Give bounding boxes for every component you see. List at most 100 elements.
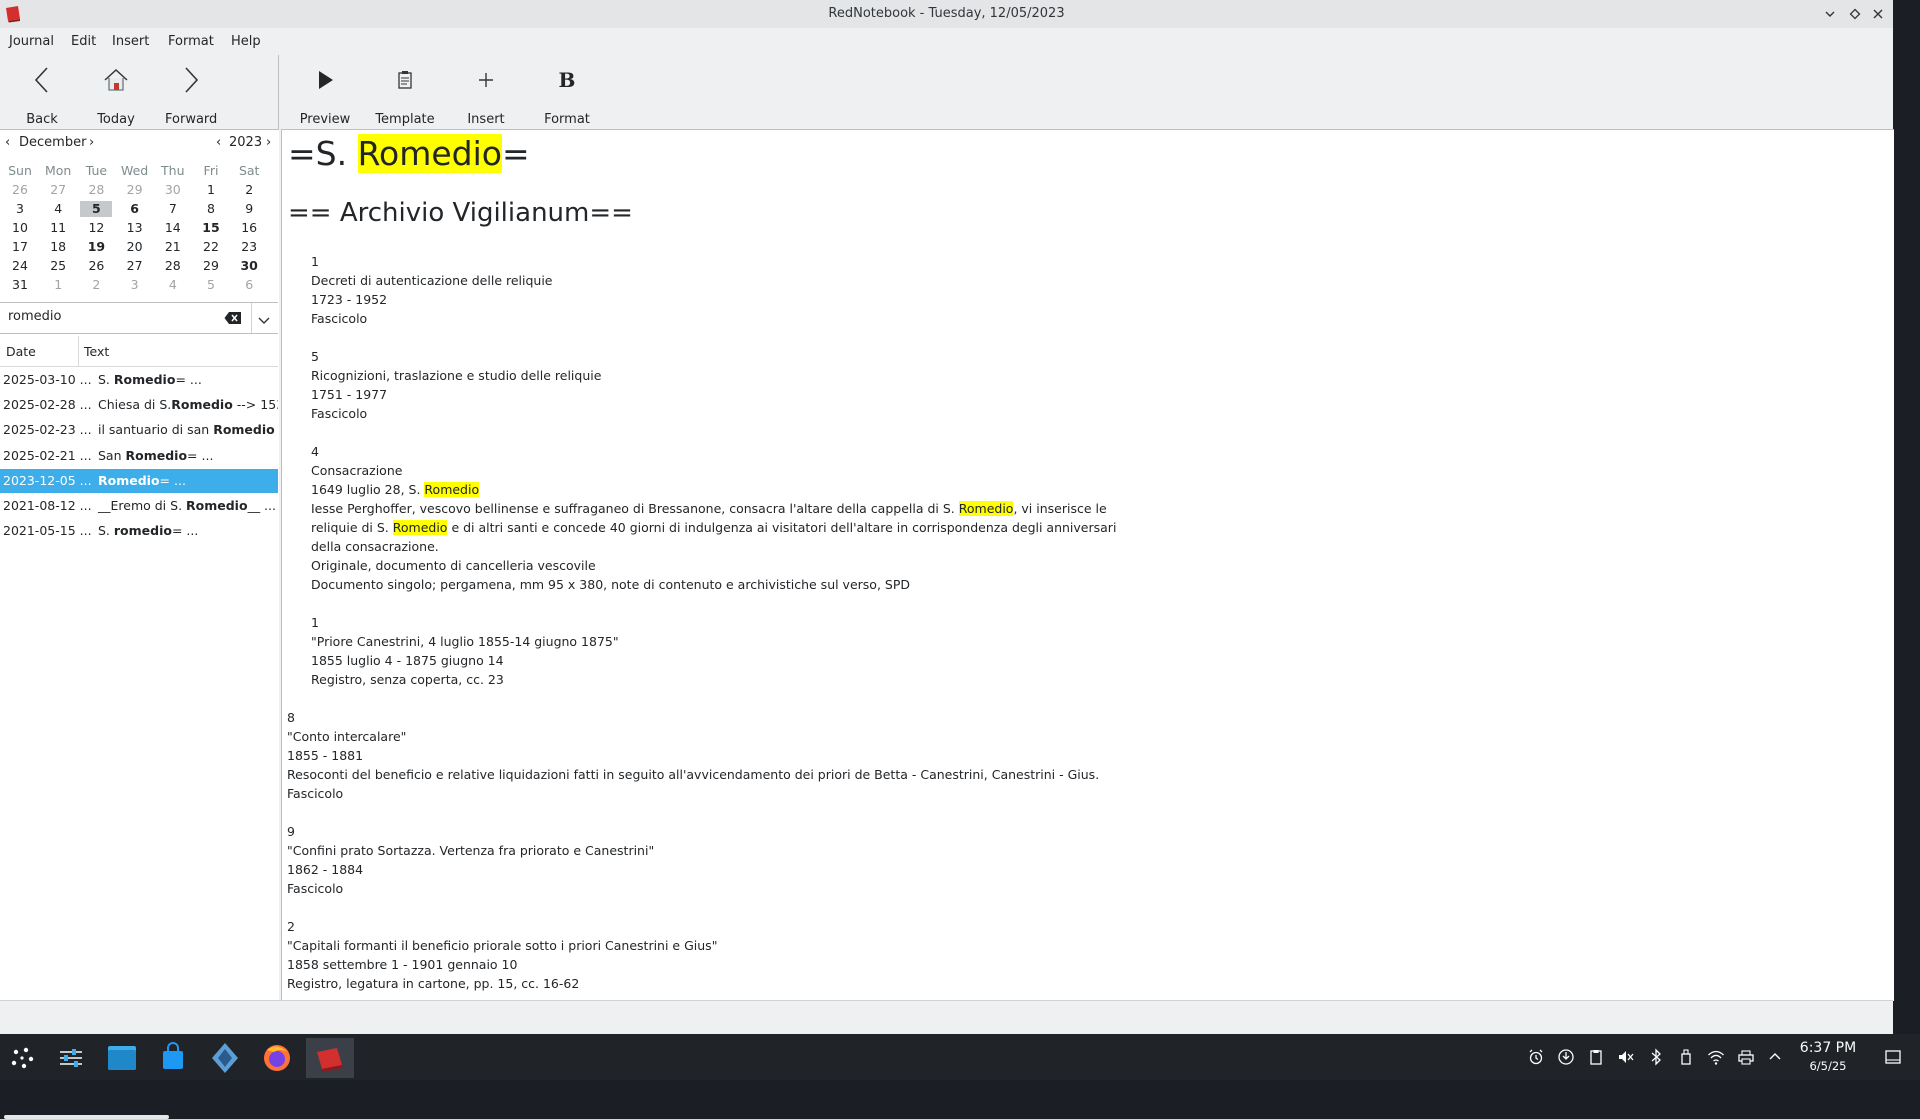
editor-text: Fascicolo [287, 786, 344, 801]
preview-button[interactable]: Preview [296, 65, 354, 127]
calendar-day[interactable]: 11 [42, 220, 74, 236]
calendar-day[interactable]: 28 [157, 258, 189, 274]
editor-line: 1855 - 1881 [287, 748, 363, 763]
horizontal-scrollbar[interactable] [4, 1115, 169, 1119]
calendar-day[interactable]: 26 [80, 258, 112, 274]
removable-device-icon[interactable] [1677, 1048, 1695, 1066]
show-desktop-icon[interactable] [1884, 1048, 1902, 1066]
clear-search-button[interactable] [224, 310, 242, 329]
column-text-header[interactable]: Text [84, 344, 109, 359]
insert-button[interactable]: Insert [460, 65, 512, 127]
taskbar-discover[interactable] [150, 1038, 196, 1078]
result-row[interactable]: 2025-02-28 ... Chiesa di S.Romedio --> 15… [0, 393, 278, 417]
clock-date[interactable]: 6/5/25 [1780, 1059, 1876, 1073]
calendar-day[interactable]: 2 [233, 182, 265, 198]
result-row[interactable]: 2025-03-10 ... S. Romedio= ... [0, 368, 278, 392]
result-row[interactable]: 2021-08-12 ... __Eremo di S. Romedio__ ..… [0, 494, 278, 518]
search-history-dropdown[interactable] [257, 312, 271, 331]
result-row[interactable]: 2025-02-23 ... il santuario di san Romedi… [0, 418, 278, 442]
column-date-header[interactable]: Date [6, 344, 36, 359]
close-button[interactable] [1869, 5, 1887, 23]
wifi-icon[interactable] [1707, 1048, 1725, 1066]
menu-help[interactable]: Help [231, 34, 261, 49]
calendar-day[interactable]: 30 [157, 182, 189, 198]
calendar-day-selected[interactable]: 5 [80, 201, 113, 217]
clock-time[interactable]: 6:37 PM [1780, 1040, 1876, 1056]
template-button[interactable]: Template [370, 65, 440, 127]
calendar-day[interactable]: 4 [157, 277, 189, 293]
calendar-day[interactable]: 20 [119, 239, 151, 255]
taskbar-rednotebook[interactable] [306, 1038, 354, 1078]
calendar-day[interactable]: 19 [80, 239, 112, 255]
calendar-day[interactable]: 29 [119, 182, 151, 198]
today-button[interactable]: Today [90, 65, 142, 127]
menu-format[interactable]: Format [168, 34, 214, 49]
home-icon [104, 68, 128, 91]
alarm-icon[interactable] [1527, 1048, 1545, 1066]
next-month-button[interactable]: › [89, 135, 94, 150]
volume-muted-icon[interactable] [1617, 1048, 1635, 1066]
format-button[interactable]: B Format [540, 65, 594, 127]
taskbar-firefox[interactable] [254, 1038, 300, 1078]
calendar-day[interactable]: 29 [195, 258, 227, 274]
calendar-day[interactable]: 24 [4, 258, 36, 274]
bluetooth-icon[interactable] [1647, 1048, 1665, 1066]
result-row[interactable]: 2021-05-15 ... S. romedio= ... [0, 519, 278, 543]
prev-month-button[interactable]: ‹ [5, 135, 10, 150]
menu-journal[interactable]: Journal [9, 34, 54, 49]
result-row[interactable]: 2025-02-21 ... San Romedio= ... [0, 444, 278, 468]
calendar-day[interactable]: 15 [195, 220, 227, 236]
calendar-day[interactable]: 31 [4, 277, 36, 293]
calendar-day[interactable]: 2 [80, 277, 112, 293]
menu-insert[interactable]: Insert [112, 34, 149, 49]
calendar-day[interactable]: 21 [157, 239, 189, 255]
update-icon[interactable] [1557, 1048, 1575, 1066]
maximize-button[interactable] [1846, 5, 1864, 23]
calendar-day[interactable]: 6 [119, 201, 151, 217]
calendar-day[interactable]: 9 [233, 201, 265, 217]
back-button[interactable]: Back [16, 65, 68, 127]
minimize-button[interactable] [1821, 5, 1839, 23]
calendar-day[interactable]: 3 [4, 201, 36, 217]
taskbar-system-settings[interactable] [48, 1038, 94, 1078]
calendar-day[interactable]: 27 [119, 258, 151, 274]
calendar-day[interactable]: 6 [233, 277, 265, 293]
calendar-day[interactable]: 18 [42, 239, 74, 255]
calendar-day[interactable]: 13 [119, 220, 151, 236]
taskbar-file-manager[interactable] [98, 1038, 144, 1078]
calendar-day[interactable]: 12 [80, 220, 112, 236]
calendar-day[interactable]: 30 [233, 258, 265, 274]
calendar-day[interactable]: 1 [195, 182, 227, 198]
calendar-day[interactable]: 10 [4, 220, 36, 236]
text-editor[interactable]: =S. Romedio= == Archivio Vigilianum== 1 Dec… [281, 129, 1894, 1001]
calendar-day[interactable]: 4 [42, 201, 74, 217]
calendar-day[interactable]: 8 [195, 201, 227, 217]
clipboard-tray-icon[interactable] [1587, 1048, 1605, 1066]
calendar-day[interactable]: 14 [157, 220, 189, 236]
calendar-day[interactable]: 7 [157, 201, 189, 217]
taskbar-vscode[interactable] [202, 1038, 248, 1078]
prev-year-button[interactable]: ‹ [216, 135, 221, 150]
calendar-day[interactable]: 17 [4, 239, 36, 255]
calendar-day[interactable]: 1 [42, 277, 74, 293]
calendar-day[interactable]: 23 [233, 239, 265, 255]
editor-text: Decreti di autenticazione delle reliquie [311, 273, 553, 288]
calendar-day[interactable]: 27 [42, 182, 74, 198]
result-text: San Romedio= ... [98, 448, 213, 463]
menu-edit[interactable]: Edit [71, 34, 96, 49]
column-divider[interactable] [78, 336, 79, 366]
application-launcher[interactable] [0, 1038, 46, 1078]
next-year-button[interactable]: › [266, 135, 271, 150]
editor-line: 1751 - 1977 [311, 387, 387, 402]
calendar-day[interactable]: 28 [80, 182, 112, 198]
result-row-selected[interactable]: 2023-12-05 ... Romedio= ... [0, 468, 278, 493]
calendar-day[interactable]: 25 [42, 258, 74, 274]
calendar-day[interactable]: 22 [195, 239, 227, 255]
calendar-day[interactable]: 16 [233, 220, 265, 236]
forward-button[interactable]: Forward [165, 65, 217, 127]
calendar-day[interactable]: 26 [4, 182, 36, 198]
calendar-day[interactable]: 3 [119, 277, 151, 293]
printer-icon[interactable] [1737, 1048, 1755, 1066]
search-input[interactable] [8, 309, 208, 324]
calendar-day[interactable]: 5 [195, 277, 227, 293]
